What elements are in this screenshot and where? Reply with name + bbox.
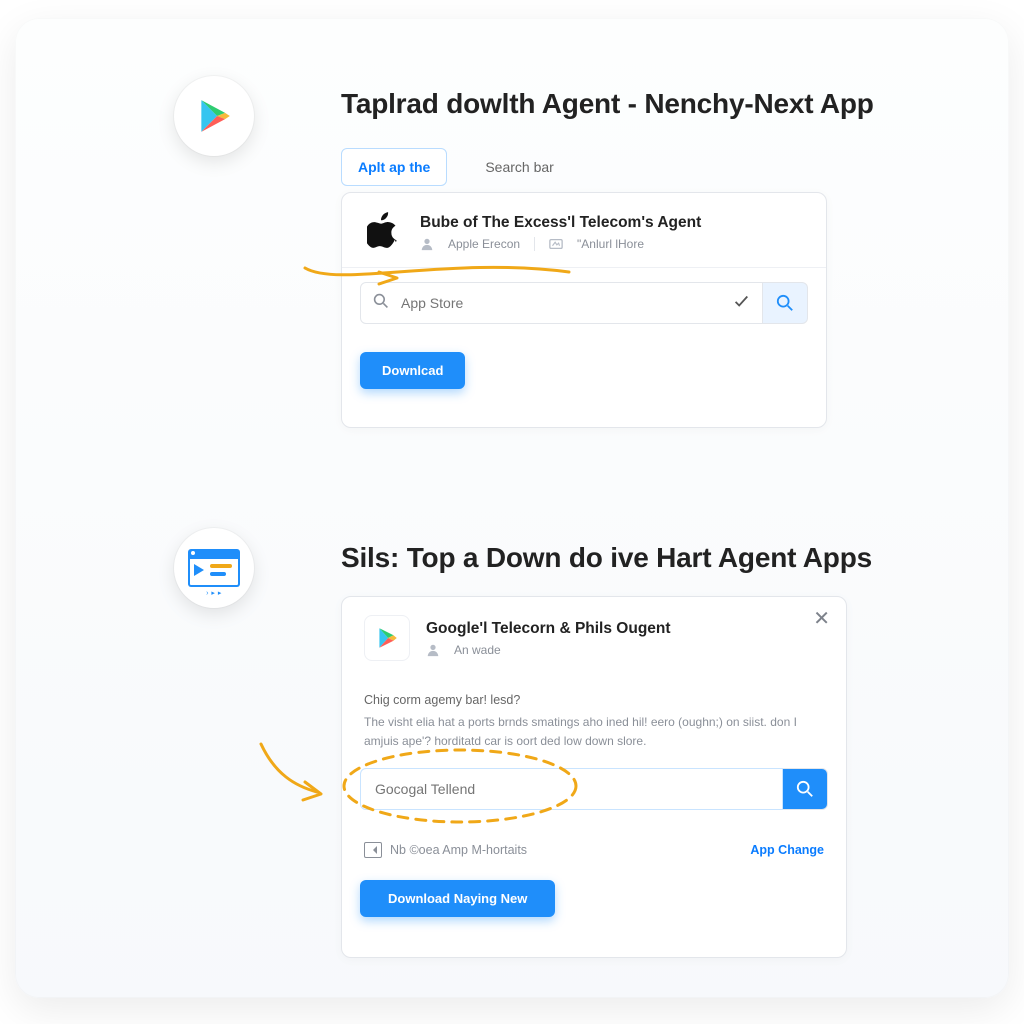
close-icon[interactable]: ✕ xyxy=(813,609,830,629)
tab-searchbar[interactable]: Search bar xyxy=(469,149,569,185)
step2-badge: › ▸ ▸ xyxy=(174,528,254,608)
app-meta-2: "Anlurl lHore xyxy=(577,237,644,251)
card-icon xyxy=(549,237,563,251)
person-icon xyxy=(426,643,440,657)
meta-separator xyxy=(534,237,535,251)
step1-search-button[interactable] xyxy=(763,282,808,324)
check-icon xyxy=(732,292,750,315)
app-title: Bube of The Excess'l Telecom's Agent xyxy=(420,214,701,232)
step2-question: Chig corm agemy bar! lesd? xyxy=(342,675,846,713)
app-meta-1: Apple Erecon xyxy=(448,237,520,251)
step2-search-row xyxy=(342,764,846,810)
step1-download-button[interactable]: Downlcad xyxy=(360,352,465,389)
step1-search-row xyxy=(342,268,826,324)
app-header-row: Bube of The Excess'l Telecom's Agent App… xyxy=(342,193,826,267)
step2-app-title: Google'l Telecorn & Phils Ougent xyxy=(426,620,671,638)
step2-app-card: ✕ Google'l Telecorn & Phils Ougent xyxy=(341,596,847,958)
step2-publisher: An wade xyxy=(454,643,501,657)
footer-note-text: Nb ©oea Amp M-hortaits xyxy=(390,843,527,857)
step1-badge xyxy=(174,76,254,156)
step1-search-field[interactable] xyxy=(360,282,763,324)
app-title-block: Bube of The Excess'l Telecom's Agent App… xyxy=(420,214,701,251)
step2-download-button[interactable]: Download Naying New xyxy=(360,880,555,917)
search-icon xyxy=(373,293,389,314)
play-square-icon xyxy=(364,842,382,858)
search-input[interactable] xyxy=(399,294,722,312)
play-store-thumb-icon xyxy=(364,615,410,661)
instruction-panel: Taplrad dowlth Agent - Nenchy-Next App A… xyxy=(15,18,1009,998)
step1-app-card: Bube of The Excess'l Telecom's Agent App… xyxy=(341,192,827,428)
app-subtitle-row: Apple Erecon "Anlurl lHore xyxy=(420,237,701,251)
person-icon xyxy=(420,237,434,251)
step2-footer-row: Nb ©oea Amp M-hortaits App Change xyxy=(342,832,846,858)
tab-active[interactable]: Aplt ap the xyxy=(341,148,447,186)
play-store-icon xyxy=(195,97,233,135)
step2-description: The visht elia hat a ports brnds smating… xyxy=(342,713,846,764)
apple-icon xyxy=(364,211,404,253)
step2-app-header: Google'l Telecorn & Phils Ougent An wade xyxy=(342,597,846,675)
footer-note: Nb ©oea Amp M-hortaits xyxy=(364,842,527,858)
app-change-link[interactable]: App Change xyxy=(750,843,824,857)
step2-search-field[interactable] xyxy=(360,768,783,810)
step2-search-input[interactable] xyxy=(373,780,770,798)
step2-app-sub: An wade xyxy=(426,643,671,657)
step2-title-block: Google'l Telecorn & Phils Ougent An wade xyxy=(426,620,671,657)
step1-tabs: Aplt ap the Search bar xyxy=(341,148,570,186)
media-window-icon: › ▸ ▸ xyxy=(188,549,240,587)
step2-title: Sils: Top a Down do ive Hart Agent Apps xyxy=(341,542,872,574)
step2-search-button[interactable] xyxy=(783,768,828,810)
annotation-arrow-2 xyxy=(255,738,335,808)
step1-title: Taplrad dowlth Agent - Nenchy-Next App xyxy=(341,88,874,120)
